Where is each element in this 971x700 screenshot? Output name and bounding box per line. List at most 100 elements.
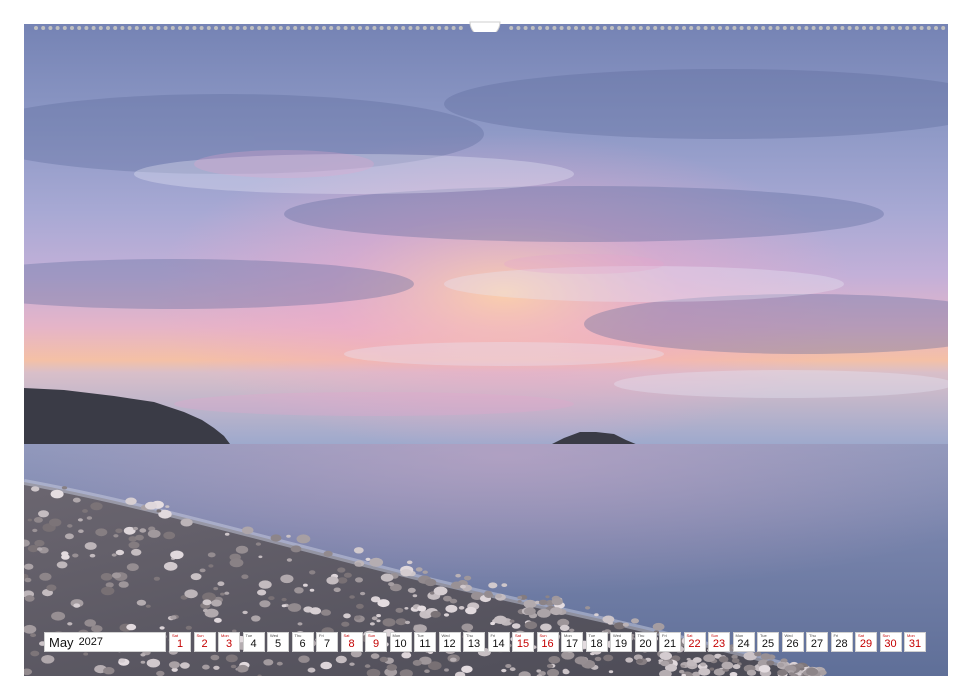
pebble xyxy=(146,658,161,668)
binding-hole xyxy=(451,26,456,30)
pebble xyxy=(400,569,412,577)
pebble xyxy=(309,588,315,592)
pebble xyxy=(445,604,458,613)
day-cell: Thu 20 xyxy=(634,632,657,652)
pebble xyxy=(140,660,146,664)
binding-hole xyxy=(646,26,650,30)
binding-hole xyxy=(120,26,125,30)
day-cell: Sat 15 xyxy=(512,632,534,652)
pebble xyxy=(153,576,160,581)
pebble xyxy=(86,516,93,520)
pebble xyxy=(460,584,466,589)
binding-hole xyxy=(127,26,132,30)
binding-hole xyxy=(221,26,226,30)
pebble xyxy=(229,558,244,568)
pebble xyxy=(444,668,449,672)
binding-hole xyxy=(926,26,931,30)
binding-hole xyxy=(300,26,305,30)
binding-hole xyxy=(653,26,658,30)
pebble xyxy=(309,607,322,615)
binding-hole xyxy=(617,26,622,30)
binding-hole xyxy=(876,26,881,30)
pebble xyxy=(376,619,381,623)
pebble xyxy=(370,653,380,659)
binding-hole xyxy=(761,26,766,30)
binding-hole xyxy=(113,26,118,30)
pebble xyxy=(165,505,170,508)
pebble xyxy=(376,614,381,618)
binding-hole xyxy=(718,26,722,30)
pebble xyxy=(131,548,142,556)
day-number: 18 xyxy=(590,638,603,650)
pebble xyxy=(488,582,498,589)
pebble xyxy=(355,577,363,583)
pebble xyxy=(517,600,522,603)
binding-hole xyxy=(941,26,946,30)
pebble xyxy=(450,657,457,662)
binding-hole xyxy=(48,26,53,30)
day-number: 20 xyxy=(639,638,652,650)
pebble xyxy=(343,572,352,578)
calendar-photo xyxy=(24,24,948,676)
pebble xyxy=(540,623,552,631)
day-number: 7 xyxy=(323,638,331,650)
pebble xyxy=(335,655,347,664)
pebble xyxy=(501,668,507,673)
pebble xyxy=(548,656,561,664)
pebble xyxy=(709,667,715,671)
binding-hole xyxy=(242,26,247,30)
pebble xyxy=(213,587,219,591)
binding-hole xyxy=(912,26,917,30)
binding-hole xyxy=(667,26,672,30)
pebble xyxy=(30,633,37,638)
binding-hole xyxy=(149,26,154,30)
binding-hole xyxy=(293,26,298,30)
binding-hole xyxy=(430,26,434,30)
binding-hole xyxy=(682,26,686,30)
day-number: 5 xyxy=(274,638,282,650)
pebble xyxy=(365,557,371,562)
binding-hole xyxy=(869,26,874,30)
day-cell: Tue 18 xyxy=(585,632,608,652)
pebble xyxy=(61,486,68,490)
binding-hole xyxy=(386,26,391,30)
pebble xyxy=(495,593,502,599)
pebble xyxy=(622,622,630,627)
day-number: 31 xyxy=(908,638,922,650)
day-number: 12 xyxy=(443,638,456,650)
pebble xyxy=(168,661,180,669)
binding-hole xyxy=(890,26,895,30)
pebble xyxy=(118,581,129,588)
pebble xyxy=(56,561,68,569)
pebble xyxy=(180,518,193,527)
binding-hole xyxy=(768,26,773,30)
pebble xyxy=(67,622,73,626)
binding-hole xyxy=(257,26,262,30)
pebble xyxy=(89,553,96,558)
pebble xyxy=(39,572,52,581)
binding-hole xyxy=(192,26,197,30)
day-cells: Sat 1 Sun 2 Mon 3 Tue 4 Wed 5 Thu 6 Fri 7 Sat 8 Sun 9 Mon 1… xyxy=(169,632,929,654)
pebble xyxy=(290,545,302,553)
pebble xyxy=(111,553,117,557)
pebble xyxy=(156,509,162,513)
binding-hole xyxy=(919,26,924,30)
pebble xyxy=(395,618,407,626)
day-cell: Sun 23 xyxy=(708,632,730,652)
binding-hole xyxy=(638,26,643,30)
binding-hole xyxy=(905,26,910,30)
binding-hole xyxy=(595,26,600,30)
pebble xyxy=(692,657,702,663)
month-label: May 2027 xyxy=(44,632,166,652)
pebble xyxy=(777,669,788,676)
day-cell: Mon 24 xyxy=(732,632,755,652)
pebble xyxy=(718,656,729,663)
pebble xyxy=(257,589,267,596)
pebble xyxy=(562,669,570,675)
pebble xyxy=(163,561,178,571)
pebble xyxy=(82,509,88,513)
pebble xyxy=(95,528,108,537)
pebble xyxy=(511,623,521,629)
pebble xyxy=(517,596,523,600)
binding-hole xyxy=(804,26,809,30)
